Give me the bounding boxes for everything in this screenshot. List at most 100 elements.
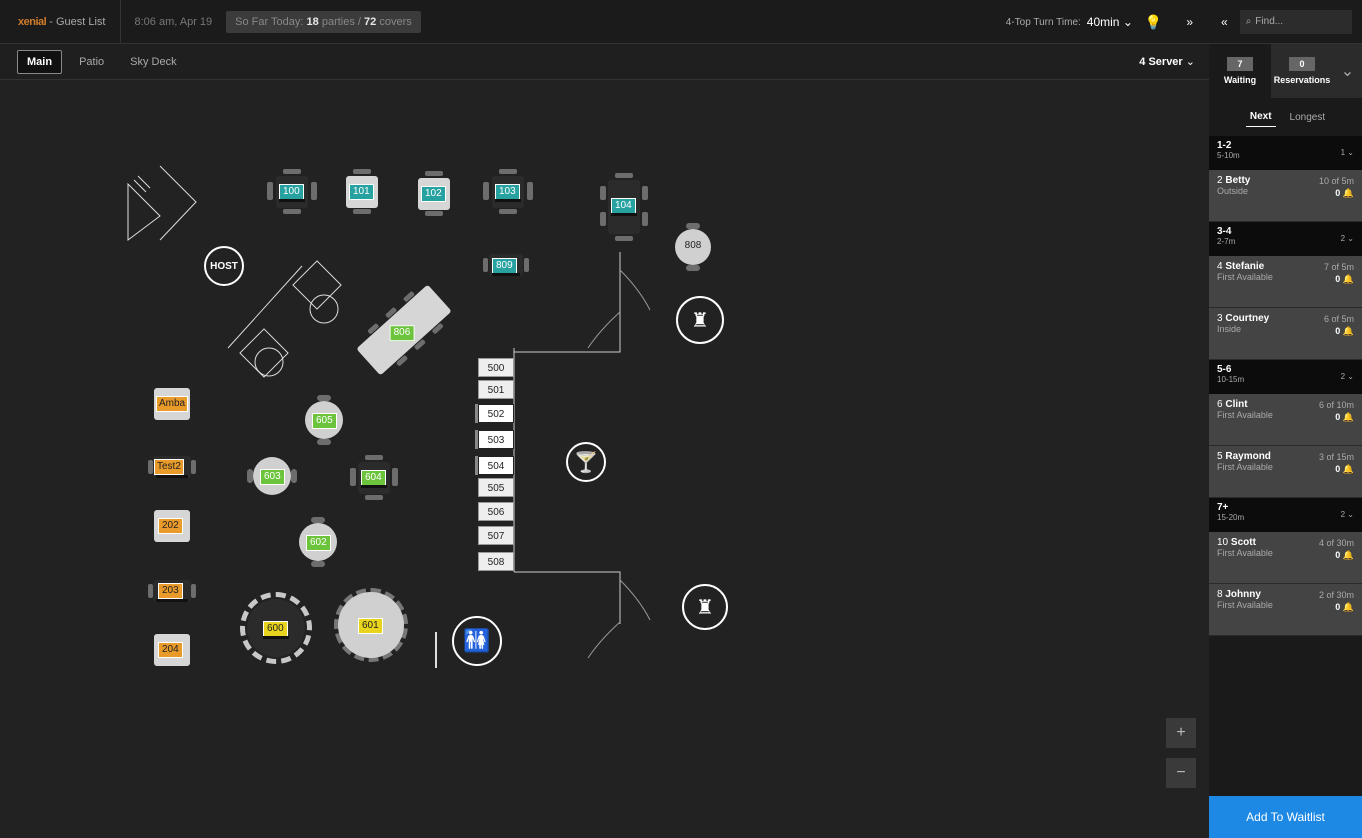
bar-seat-500[interactable]: 500	[478, 358, 514, 377]
bar-seat-504[interactable]: 504	[478, 456, 514, 475]
add-to-waitlist-button[interactable]: Add To Waitlist	[1209, 796, 1362, 838]
chair	[686, 265, 700, 271]
chair	[499, 209, 517, 214]
guest-name: Johnny	[1225, 589, 1261, 600]
notify-count[interactable]: 0 🔔	[1335, 326, 1354, 337]
table-808[interactable]: 808	[672, 223, 714, 271]
chair	[191, 584, 196, 598]
chair	[425, 171, 443, 176]
chair	[353, 209, 371, 214]
table-label: 203	[158, 583, 183, 599]
waitlist-entry[interactable]: 3 Courtney Inside 6 of 5m 0 🔔	[1209, 308, 1362, 360]
table-103[interactable]: 103	[483, 169, 533, 214]
chair	[642, 186, 648, 200]
bar-seat-506[interactable]: 506	[478, 502, 514, 521]
chair	[483, 258, 488, 272]
table-809[interactable]: 809	[483, 252, 529, 280]
table-204[interactable]: 204	[150, 632, 194, 668]
tab-reservations[interactable]: 0 Reservations	[1271, 44, 1333, 98]
waitlist-entry[interactable]: 6 Clint First Available 6 of 10m 0 🔔	[1209, 394, 1362, 446]
bar-seat-505[interactable]: 505	[478, 478, 514, 497]
chevron-down-icon[interactable]: ⌄	[1333, 44, 1362, 98]
turn-time-value: 40min	[1086, 15, 1120, 29]
table-label: 809	[492, 258, 517, 274]
group-size: 7+	[1217, 502, 1229, 513]
tab-main[interactable]: Main	[17, 49, 63, 74]
party-size-group[interactable]: 3-4 2-7m 2 ⌄	[1209, 222, 1362, 256]
table-label: 605	[312, 413, 337, 429]
find-input[interactable]: ⌕ Find...	[1239, 9, 1352, 34]
today-prefix: So Far Today:	[235, 15, 304, 28]
host-stand[interactable]: HOST	[204, 246, 244, 286]
chevron-down-icon: ⌄	[1347, 372, 1354, 381]
seating-preference: First Available	[1217, 548, 1273, 558]
party-size-group[interactable]: 7+ 15-20m 2 ⌄	[1209, 498, 1362, 532]
notify-count-value: 0	[1335, 412, 1341, 422]
bar-seat-507[interactable]: 507	[478, 526, 514, 545]
wait-time: 6 of 10m	[1318, 400, 1354, 410]
tab-waiting[interactable]: 7 Waiting	[1209, 44, 1271, 98]
table-601[interactable]: 601	[334, 588, 408, 662]
waitlist-entry[interactable]: 4 Stefanie First Available 7 of 5m 0 🔔	[1209, 256, 1362, 308]
seating-preference: First Available	[1217, 410, 1273, 420]
table-label: 806	[389, 325, 415, 342]
table-102[interactable]: 102	[414, 171, 454, 216]
party-size-group[interactable]: 5-6 10-15m 2 ⌄	[1209, 360, 1362, 394]
party-size: 4	[1217, 261, 1223, 272]
table-100[interactable]: 100	[267, 169, 317, 214]
table-604[interactable]: 604	[350, 455, 398, 500]
bell-icon: 🔔	[1342, 188, 1354, 198]
notify-count[interactable]: 0 🔔	[1335, 464, 1354, 475]
chevron-down-icon: ⌄	[1347, 510, 1354, 519]
bar-seat-501[interactable]: 501	[478, 380, 514, 399]
turn-time-dropdown[interactable]: 40min ⌄	[1087, 15, 1133, 29]
lightbulb-icon[interactable]: 💡	[1145, 14, 1162, 31]
table-203[interactable]: 203	[148, 578, 196, 606]
group-count-value: 2	[1340, 372, 1346, 381]
table-104[interactable]: 104	[600, 173, 648, 241]
group-count: 2 ⌄	[1341, 510, 1354, 519]
zoom-in-button[interactable]: +	[1166, 718, 1196, 748]
waitlist-entry[interactable]: 8 Johnny First Available 2 of 30m 0 🔔	[1209, 584, 1362, 636]
seating-preference: Inside	[1217, 324, 1242, 334]
table-603[interactable]: 603	[247, 454, 297, 498]
table-101[interactable]: 101	[342, 169, 382, 214]
notify-count[interactable]: 0 🔔	[1335, 550, 1354, 561]
status-bar	[361, 485, 387, 488]
bar-seat-508[interactable]: 508	[478, 552, 514, 571]
chair	[353, 169, 371, 174]
tab-patio[interactable]: Patio	[70, 51, 113, 73]
cocktail-icon: 🍸	[566, 442, 606, 482]
table-605[interactable]: 605	[302, 395, 346, 445]
waitlist-entry[interactable]: 2 Betty Outside 10 of 5m 0 🔔	[1209, 170, 1362, 222]
bar-seat-503[interactable]: 503	[478, 430, 514, 449]
server-filter-dropdown[interactable]: 4 Server ⌄	[1139, 55, 1195, 68]
zoom-out-button[interactable]: −	[1166, 758, 1196, 788]
table-amba[interactable]: Amba	[150, 386, 194, 422]
table-202[interactable]: 202	[150, 508, 194, 544]
table-600[interactable]: 600	[240, 592, 312, 664]
waitlist-entry[interactable]: 10 Scott First Available 4 of 30m 0 🔔	[1209, 532, 1362, 584]
tab-sky-deck[interactable]: Sky Deck	[121, 51, 185, 73]
guest-name: Scott	[1230, 537, 1256, 548]
notify-count[interactable]: 0 🔔	[1335, 188, 1354, 199]
sort-next[interactable]: Next	[1245, 107, 1276, 127]
notify-count[interactable]: 0 🔔	[1335, 274, 1354, 285]
collapse-icon[interactable]: «	[1221, 15, 1228, 29]
notify-count-value: 0	[1335, 274, 1341, 284]
sort-longest[interactable]: Longest	[1290, 112, 1326, 123]
notify-count[interactable]: 0 🔔	[1335, 412, 1354, 423]
bar-seat-502[interactable]: 502	[478, 404, 514, 423]
table-test2[interactable]: Test2	[148, 454, 196, 482]
party-size-group[interactable]: 1-2 5-10m 1 ⌄	[1209, 136, 1362, 170]
chevron-down-icon: ⌄	[1347, 234, 1354, 243]
table-label: 808	[684, 240, 702, 251]
chair	[267, 182, 273, 200]
table-602[interactable]: 602	[296, 517, 340, 567]
party-size: 2	[1217, 175, 1223, 186]
seating-preference: First Available	[1217, 462, 1273, 472]
expand-panel-icon[interactable]: »	[1186, 15, 1193, 29]
chevron-down-icon: ⌄	[1185, 56, 1195, 68]
waitlist-entry[interactable]: 5 Raymond First Available 3 of 15m 0 🔔	[1209, 446, 1362, 498]
notify-count[interactable]: 0 🔔	[1335, 602, 1354, 613]
